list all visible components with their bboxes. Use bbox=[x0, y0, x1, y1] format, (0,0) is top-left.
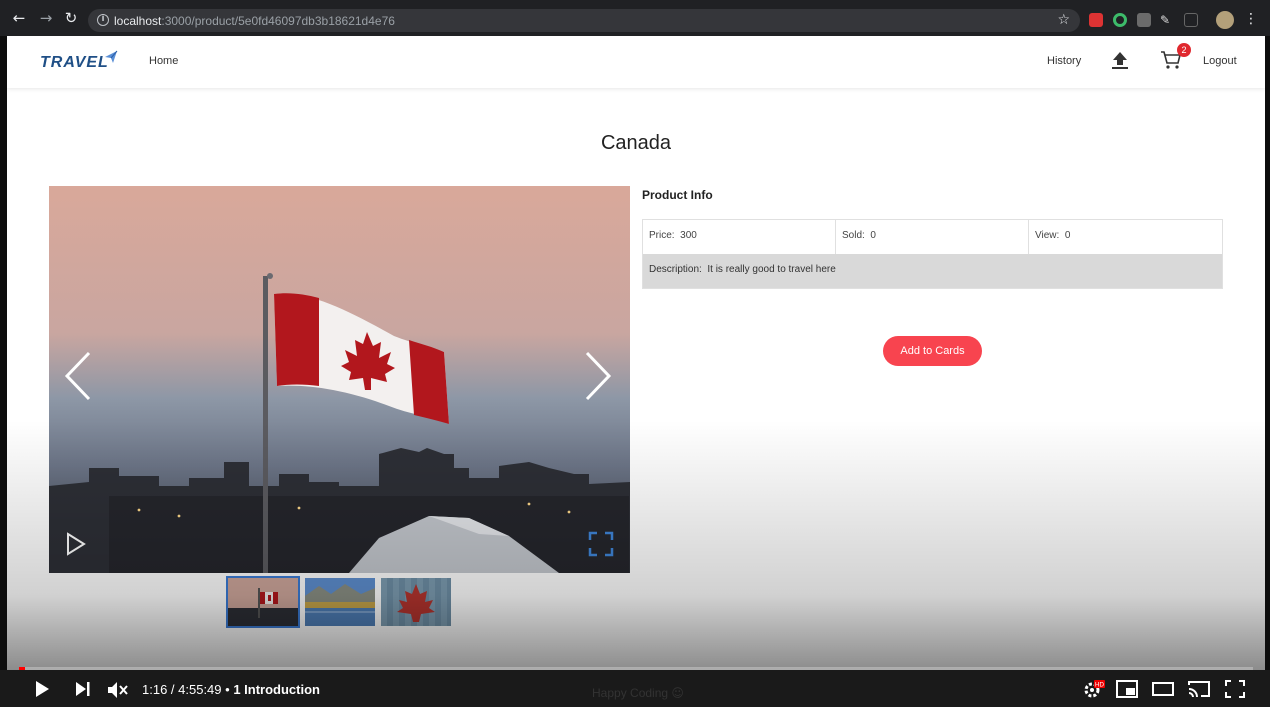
profile-avatar[interactable] bbox=[1216, 11, 1234, 29]
description-row: Description: It is really good to travel… bbox=[643, 254, 1222, 288]
upload-icon[interactable] bbox=[1110, 50, 1130, 70]
svg-text:HD: HD bbox=[1095, 682, 1105, 689]
volume-muted-icon[interactable] bbox=[107, 680, 129, 700]
price-label: Price bbox=[649, 230, 672, 241]
nav-history-link[interactable]: History bbox=[1047, 55, 1081, 67]
forward-icon[interactable]: → bbox=[38, 10, 54, 26]
view-cell: View: 0 bbox=[1035, 230, 1071, 241]
smile-icon: ☺ bbox=[671, 686, 684, 700]
nav-logout-link[interactable]: Logout bbox=[1203, 55, 1237, 67]
paper-plane-icon bbox=[105, 50, 118, 63]
miniplayer-icon[interactable] bbox=[1116, 680, 1138, 698]
thumbnail-1[interactable] bbox=[226, 576, 300, 628]
cart-count-badge: 2 bbox=[1177, 43, 1191, 57]
description-value: It is really good to travel here bbox=[707, 264, 836, 275]
url-text: localhost:3000/product/5e0fd46097db3b186… bbox=[114, 14, 395, 28]
extension-icon[interactable] bbox=[1137, 13, 1151, 27]
pen-extension-icon[interactable]: ✎ bbox=[1160, 13, 1174, 27]
cast-icon[interactable] bbox=[1188, 680, 1210, 698]
extension-icon[interactable] bbox=[1113, 13, 1127, 27]
settings-gear-icon[interactable]: HD bbox=[1083, 680, 1105, 700]
bookmark-star-icon[interactable]: ☆ bbox=[1057, 12, 1070, 28]
view-label: View bbox=[1035, 230, 1057, 241]
price-value: 300 bbox=[680, 230, 697, 241]
navbar: TRAVEL Home History 2 Logout bbox=[7, 36, 1265, 88]
slideshow-play-icon[interactable] bbox=[65, 532, 87, 556]
nav-home-link[interactable]: Home bbox=[149, 55, 178, 67]
product-title: Canada bbox=[600, 132, 672, 154]
browser-menu-icon[interactable]: ⋮ bbox=[1244, 11, 1258, 27]
product-info-heading: Product Info bbox=[642, 188, 713, 202]
sold-cell: Sold: 0 bbox=[836, 220, 1029, 254]
sold-label: Sold bbox=[842, 230, 863, 241]
time-separator: • bbox=[225, 682, 230, 697]
chapter-title[interactable]: 1 Introduction bbox=[233, 682, 320, 697]
site-info-icon[interactable]: i bbox=[97, 14, 109, 26]
extension-icon[interactable] bbox=[1184, 13, 1198, 27]
price-cell: Price: 300 bbox=[643, 220, 836, 254]
browser-toolbar: ← → ↻ i localhost:3000/product/5e0fd4609… bbox=[0, 0, 1270, 36]
watermark-text: Happy Coding bbox=[592, 686, 669, 700]
logo[interactable]: TRAVEL bbox=[40, 54, 109, 72]
canada-flag-photo bbox=[49, 186, 630, 573]
video-play-icon[interactable] bbox=[34, 680, 50, 698]
page: TRAVEL Home History 2 Logout Canada Prod… bbox=[7, 36, 1265, 670]
description-label: Description bbox=[649, 264, 700, 275]
video-next-icon[interactable] bbox=[75, 680, 91, 698]
carousel-prev-icon[interactable] bbox=[63, 351, 93, 401]
thumbnail-3[interactable] bbox=[381, 578, 451, 626]
video-watermark: Happy Coding ☺ bbox=[592, 686, 684, 700]
extension-icon[interactable] bbox=[1089, 13, 1103, 27]
image-carousel[interactable] bbox=[49, 186, 630, 573]
video-timestamp: 1:16 / 4:55:49 bbox=[142, 682, 222, 697]
back-icon[interactable]: ← bbox=[11, 10, 27, 26]
theater-mode-icon[interactable] bbox=[1152, 680, 1174, 698]
product-info-row: Price: 300 Sold: 0 View: 0 bbox=[643, 220, 1222, 254]
fullscreen-icon[interactable] bbox=[588, 531, 614, 557]
carousel-next-icon[interactable] bbox=[583, 351, 613, 401]
thumbnail-2[interactable] bbox=[305, 578, 375, 626]
product-info-table: Price: 300 Sold: 0 View: 0 Description: … bbox=[642, 219, 1223, 289]
video-time: 1:16 / 4:55:49 • 1 Introduction bbox=[142, 682, 320, 697]
reload-icon[interactable]: ↻ bbox=[63, 10, 79, 26]
view-value: 0 bbox=[1064, 230, 1071, 241]
sold-value: 0 bbox=[870, 230, 876, 241]
video-fullscreen-icon[interactable] bbox=[1225, 680, 1245, 698]
address-bar[interactable]: i localhost:3000/product/5e0fd46097db3b1… bbox=[88, 9, 1080, 32]
add-to-cart-button[interactable]: Add to Cards bbox=[883, 336, 982, 366]
